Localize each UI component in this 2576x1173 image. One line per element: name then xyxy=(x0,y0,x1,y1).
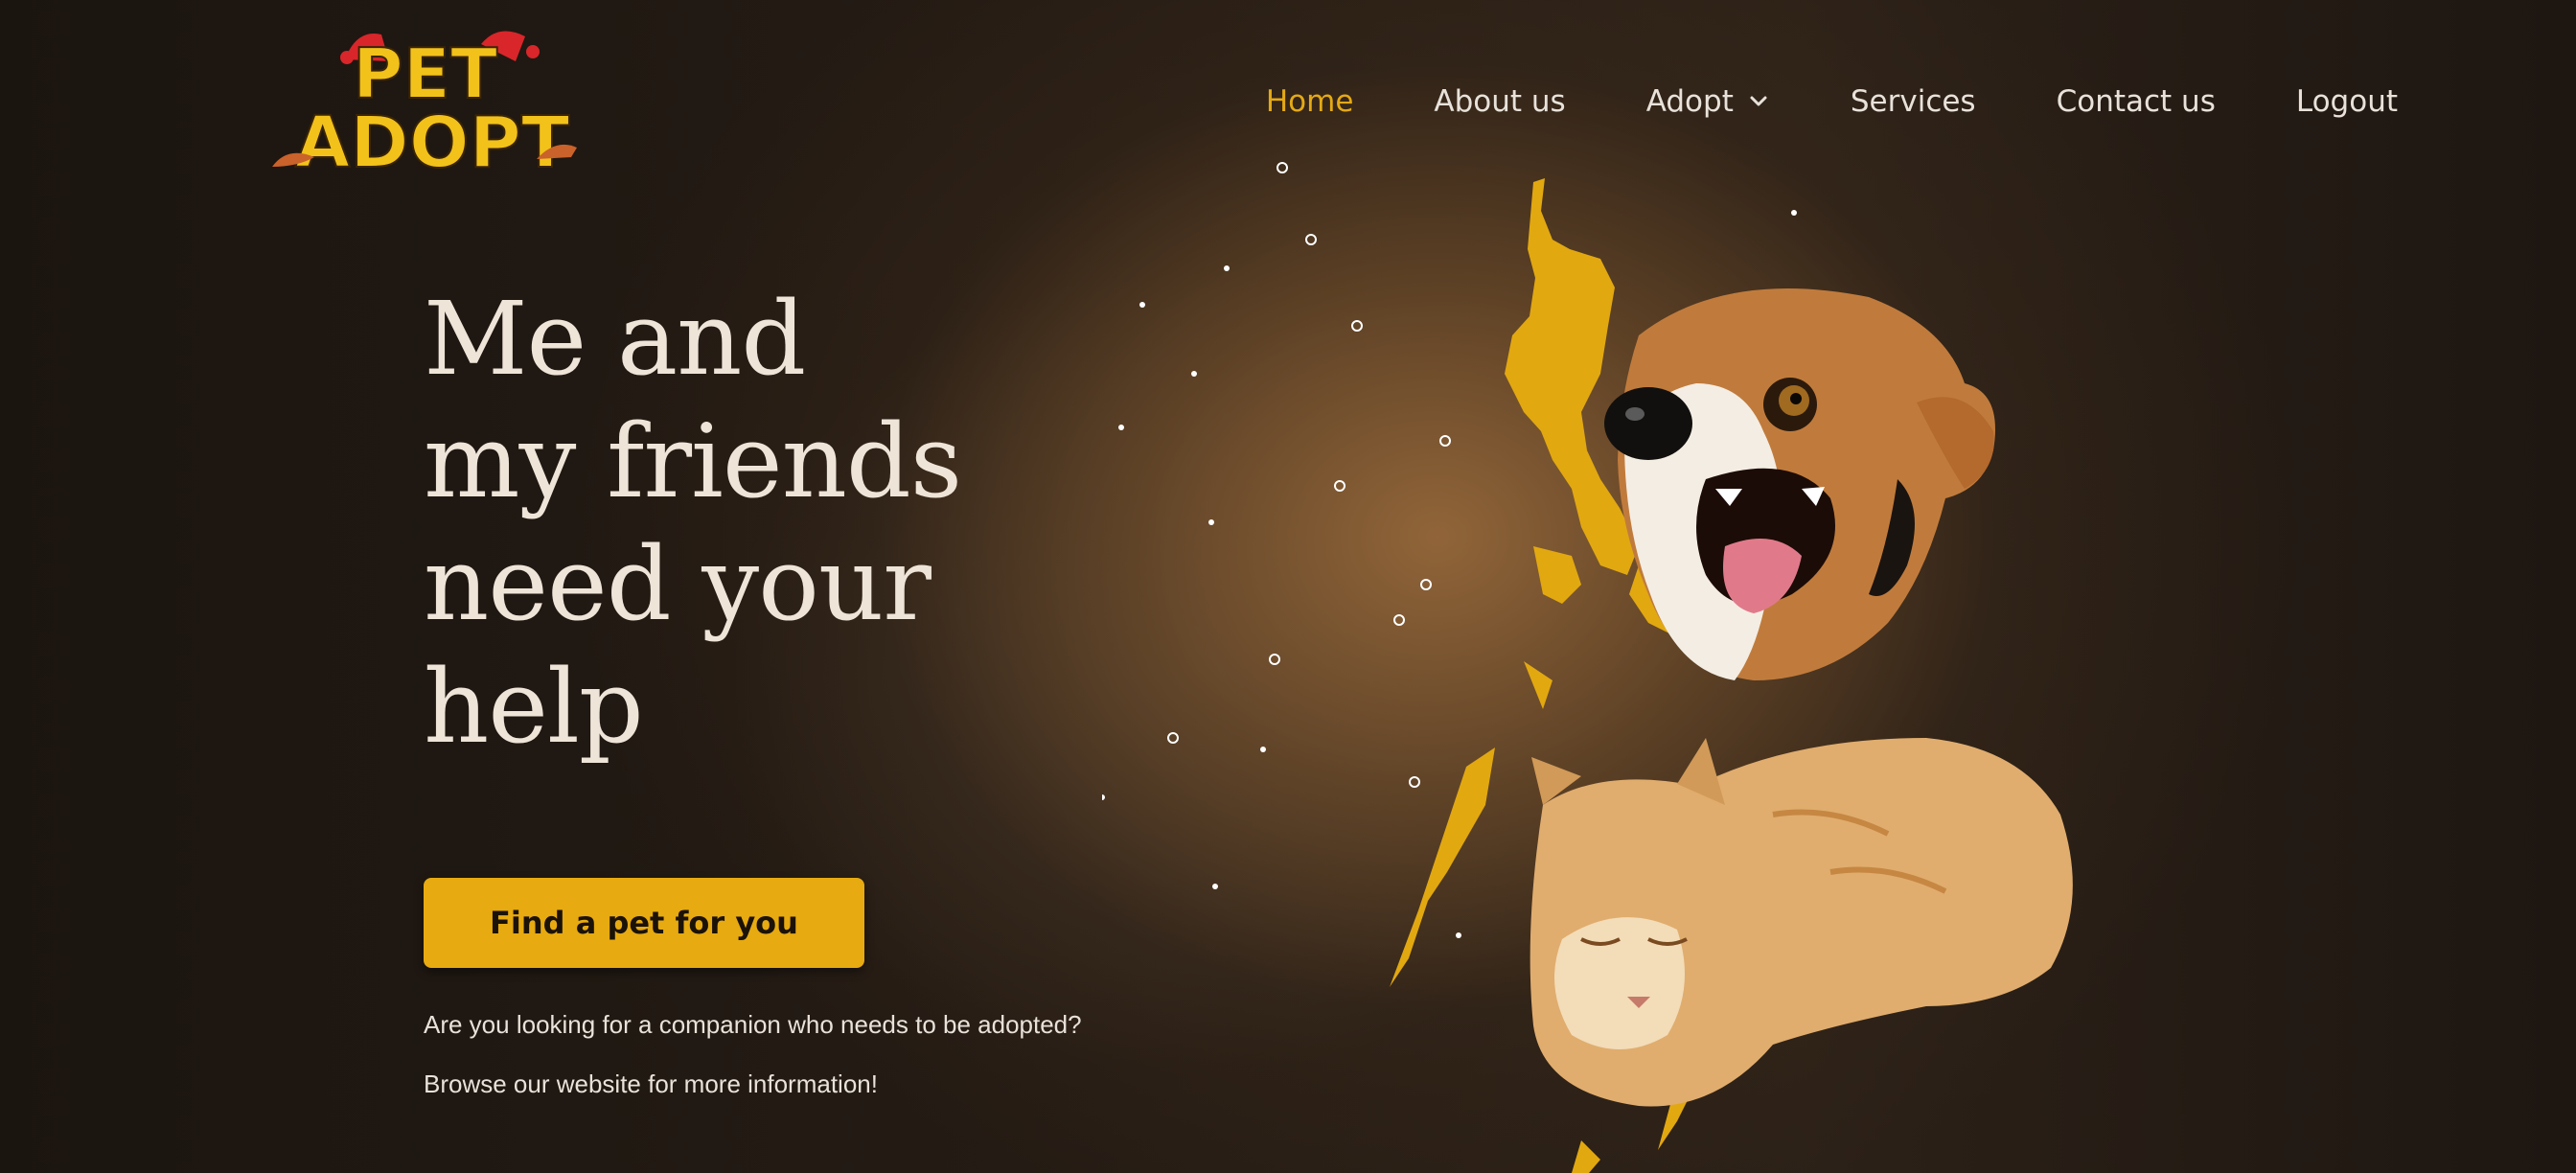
hero-illustration xyxy=(1102,162,2073,1173)
nav-home-link[interactable]: Home xyxy=(1266,84,1354,119)
nav-logout-link[interactable]: Logout xyxy=(2296,84,2398,119)
hero-subtext-question: Are you looking for a companion who need… xyxy=(424,1010,1082,1039)
nav-contact-link[interactable]: Contact us xyxy=(2057,84,2216,119)
nav-adopt-label: Adopt xyxy=(1645,84,1734,119)
dog-illustration xyxy=(1604,288,1995,680)
nav-about-link[interactable]: About us xyxy=(1434,84,1565,119)
pet-adopt-logo[interactable]: PET ADOPT xyxy=(268,23,623,176)
hero-title-line: my friends xyxy=(424,402,962,520)
hero-title-line: need your xyxy=(424,525,932,643)
svg-text:ADOPT: ADOPT xyxy=(295,102,570,176)
nav-adopt-dropdown[interactable]: Adopt xyxy=(1646,84,1770,119)
main-nav: Home About us Adopt Services Contact us … xyxy=(1185,75,2398,128)
chevron-down-icon xyxy=(1750,96,1767,106)
cat-illustration xyxy=(1530,738,2073,1107)
landing-page: PET ADOPT Home About us Adopt Services C… xyxy=(0,0,2576,1173)
find-pet-button[interactable]: Find a pet for you xyxy=(424,878,864,968)
hero-title-line: help xyxy=(424,648,644,766)
nav-services-link[interactable]: Services xyxy=(1851,84,1976,119)
sparkle-dots xyxy=(1167,162,1451,788)
hero-title: Me and my friends need your help xyxy=(424,278,1152,769)
hero-subtext-browse: Browse our website for more information! xyxy=(424,1070,878,1098)
hero-title-line: Me and xyxy=(424,280,806,398)
